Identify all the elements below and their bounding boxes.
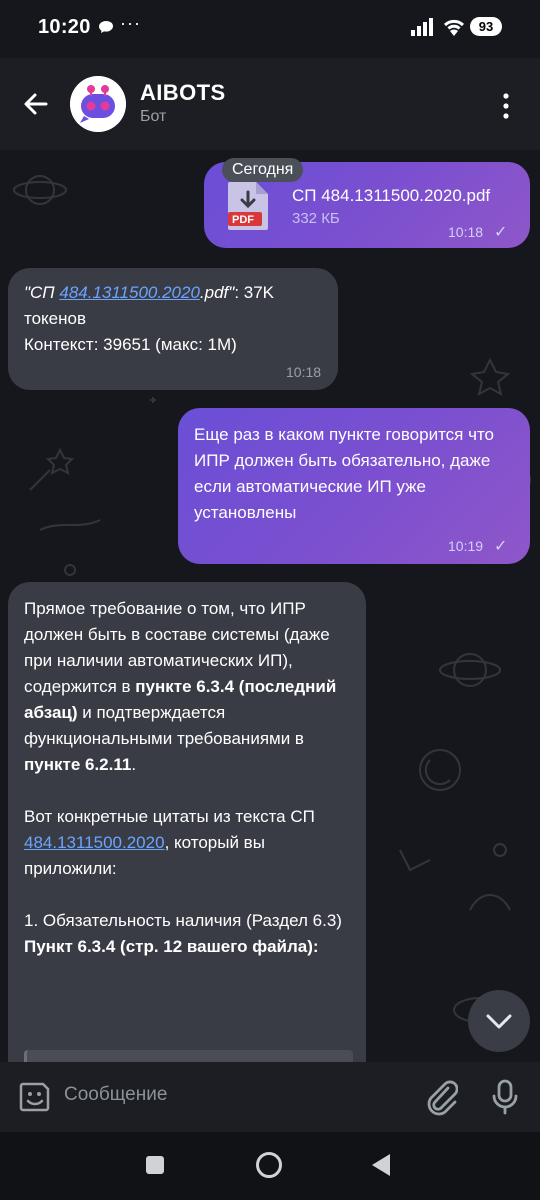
bold-text: пункте 6.2.11 xyxy=(24,755,132,774)
bold-text: Пункт 6.3.4 (стр. 12 вашего файла): xyxy=(24,937,319,956)
mic-icon[interactable] xyxy=(488,1078,522,1116)
pdf-badge-label: PDF xyxy=(232,214,254,226)
quote-block xyxy=(24,1050,353,1062)
bot-avatar[interactable] xyxy=(70,76,126,132)
message-text: Еще раз в каком пункте говорится что ИПР… xyxy=(194,425,495,522)
message-incoming[interactable]: "СП 484.1311500.2020.pdf": 37K токенов К… xyxy=(8,268,338,390)
nav-home-icon[interactable] xyxy=(256,1152,282,1178)
date-chip: Сегодня xyxy=(222,158,304,182)
check-icon: ✓ xyxy=(494,224,508,241)
chevron-down-icon xyxy=(486,1014,512,1029)
doc-link[interactable]: 484.1311500.2020 xyxy=(24,833,165,852)
attach-icon[interactable] xyxy=(424,1078,458,1116)
message-outgoing[interactable]: Еще раз в каком пункте говорится что ИПР… xyxy=(178,408,530,564)
nav-back-icon[interactable] xyxy=(372,1154,390,1176)
context-text: Контекст: 39651 (макс: 1M) xyxy=(24,335,237,354)
battery-badge: 93 xyxy=(470,17,502,36)
tokens-label: токенов xyxy=(24,309,87,328)
message-text: Прямое требование о том, что ИПР должен … xyxy=(24,596,360,960)
message-time: 10:18 xyxy=(448,224,484,240)
chat-bubble-icon xyxy=(99,21,113,33)
chat-area[interactable]: PDF СП 484.1311500.2020.pdf 332 КБ 10:18… xyxy=(0,150,540,1062)
paragraph-text: Вот конкретные цитаты из текста СП xyxy=(24,807,315,826)
back-arrow-icon[interactable] xyxy=(18,86,54,122)
file-link[interactable]: 484.1311500.2020 xyxy=(59,283,200,302)
check-icon: ✓ xyxy=(494,538,508,555)
emoji-icon[interactable] xyxy=(18,1080,52,1114)
list-item-text: 1. Обязательность наличия (Раздел 6.3) xyxy=(24,911,342,930)
paragraph-text: . xyxy=(131,755,137,774)
message-incoming-long[interactable]: Прямое требование о том, что ИПР должен … xyxy=(8,582,366,1062)
message-time: 10:19 xyxy=(448,538,484,554)
message-text: "СП 484.1311500.2020.pdf": 37K токенов К… xyxy=(24,280,334,358)
bot-avatar-icon xyxy=(70,76,126,132)
message-input-bar: Сообщение xyxy=(0,1062,540,1132)
chat-subtitle: Бот xyxy=(140,108,167,125)
quote-close-text: .pdf" xyxy=(199,283,235,302)
system-nav-bar xyxy=(0,1132,540,1200)
status-time: 10:20 xyxy=(38,16,91,38)
message-time: 10:18 xyxy=(286,364,322,380)
nav-recent-icon[interactable] xyxy=(146,1156,164,1174)
more-vert-icon[interactable] xyxy=(492,88,520,124)
file-name: СП 484.1311500.2020.pdf xyxy=(292,186,491,205)
message-input[interactable]: Сообщение xyxy=(64,1084,167,1106)
chat-header: AIBOTS Бот xyxy=(0,58,540,150)
file-size: 332 КБ xyxy=(292,210,340,227)
tokens-text: : 37K xyxy=(234,283,275,302)
scroll-down-button[interactable] xyxy=(468,990,530,1052)
wifi-icon xyxy=(443,19,465,36)
signal-icon xyxy=(411,18,433,36)
quote-open-text: "СП xyxy=(24,283,60,302)
more-notifications-icon: ··· xyxy=(120,13,141,33)
status-bar: 10:20 ··· 93 xyxy=(0,0,540,58)
chat-title[interactable]: AIBOTS xyxy=(140,80,226,106)
